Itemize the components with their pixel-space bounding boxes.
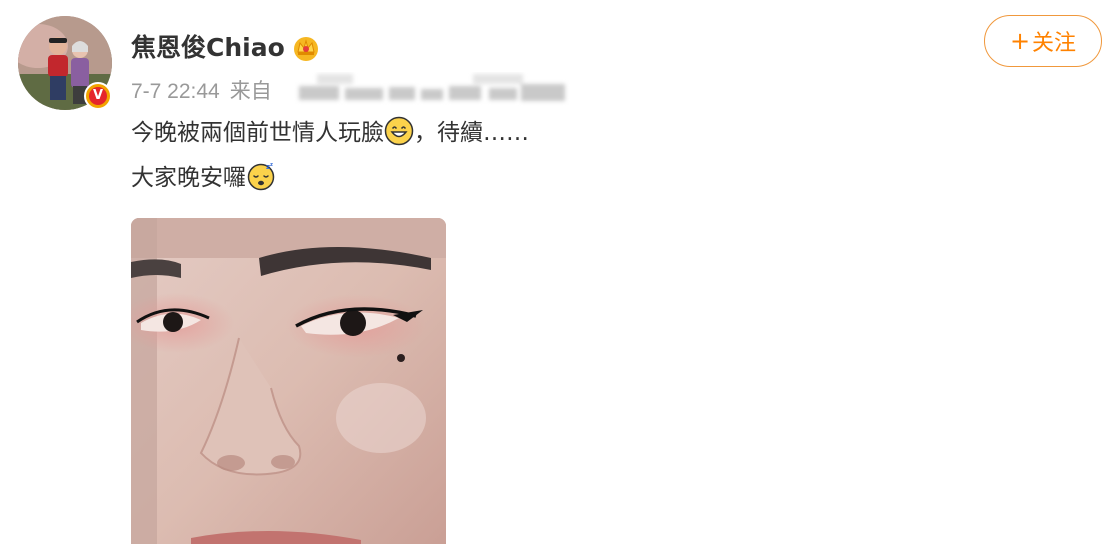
sleeping-emoji-icon: z z [247,162,275,191]
username[interactable]: 焦恩俊Chiao [131,30,285,66]
blurred-source-text [299,74,565,101]
post-image[interactable] [131,218,446,544]
post-text-suffix: ，待續…… [414,120,529,146]
source-label: 来自 [229,80,272,103]
plus-icon: + [1009,27,1031,55]
weibo-post-card: V 焦恩俊Chiao 7-7 22:44 来自 + 关注 今晚被兩個前世情人玩臉… [0,0,1109,544]
follow-label: 关注 [1032,31,1077,56]
post-text: 大家晚安囉 [131,165,246,191]
svg-text:z: z [270,162,273,168]
crown-icon [294,37,318,61]
verified-badge-icon: V [84,82,112,110]
post-time[interactable]: 7-7 22:44 [131,80,220,103]
post-meta: 7-7 22:44 来自 [131,77,272,107]
follow-button[interactable]: + 关注 [984,15,1102,67]
post-text: 今晚被兩個前世情人玩臉 [131,120,384,146]
grinning-emoji-icon [384,116,414,146]
post-text-line-1: 今晚被兩個前世情人玩臉 ，待續…… [131,116,529,150]
post-text-line-2: 大家晚安囉 z z [131,161,276,195]
